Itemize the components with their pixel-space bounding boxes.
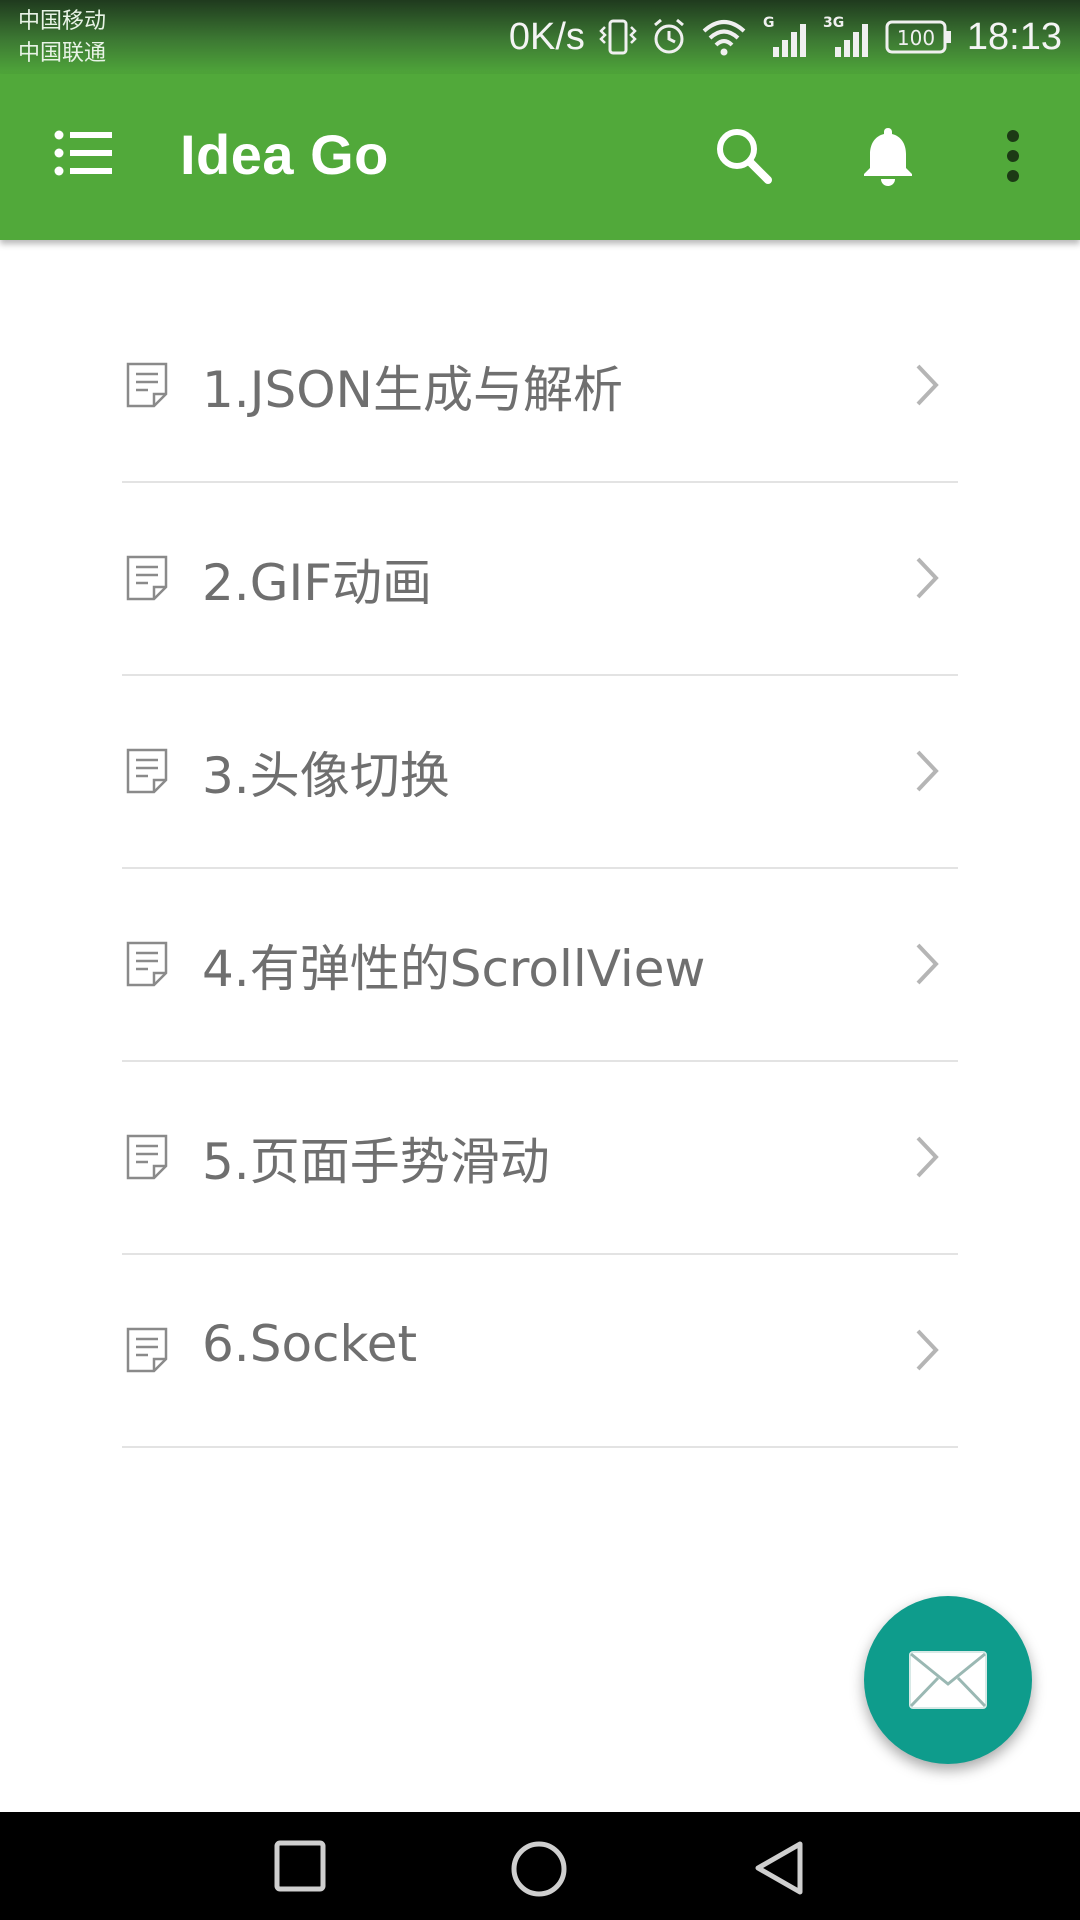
network-type-1: G	[763, 15, 775, 31]
battery-level: 100	[897, 26, 935, 50]
list-item-label: 2.GIF动画	[202, 554, 432, 612]
list-item-label: 3.头像切换	[202, 747, 450, 805]
carrier-2: 中国联通	[18, 41, 107, 66]
list-item[interactable]: 3.头像切换	[122, 676, 958, 869]
net-speed: 0K/s	[508, 15, 585, 58]
compose-mail-fab[interactable]	[864, 1596, 1032, 1764]
app-bar: Idea Go	[0, 74, 1080, 240]
document-icon	[126, 1327, 168, 1373]
status-bar: 中国移动 中国联通 0K/s G 3G 100 18:13	[0, 0, 1080, 74]
signal-icon-1: G	[763, 15, 806, 57]
more-vert-icon[interactable]	[1002, 130, 1024, 182]
chevron-right-icon	[916, 1329, 939, 1371]
system-nav-bar	[0, 1812, 1080, 1920]
list-item-label: 6.Socket	[202, 1315, 418, 1373]
back-icon[interactable]	[752, 1840, 804, 1896]
chevron-right-icon	[916, 750, 939, 792]
list-item-label: 5.页面手势滑动	[202, 1133, 550, 1191]
network-type-2: 3G	[823, 15, 844, 31]
list-item[interactable]: 1.JSON生成与解析	[122, 290, 958, 483]
mail-icon	[909, 1651, 987, 1709]
list-item-label: 1.JSON生成与解析	[202, 361, 623, 419]
chevron-right-icon	[916, 557, 939, 599]
clock: 18:13	[966, 15, 1062, 58]
feature-list: 1.JSON生成与解析 2.GIF动画 3.头像切换 4.有弹性的ScrollV…	[122, 290, 958, 1448]
battery-icon: 100	[885, 20, 951, 54]
document-icon	[126, 362, 168, 408]
list-item-label: 4.有弹性的ScrollView	[202, 940, 706, 998]
chevron-right-icon	[916, 1136, 939, 1178]
list-item[interactable]: 2.GIF动画	[122, 483, 958, 676]
carrier-info: 中国移动 中国联通	[18, 6, 106, 70]
chevron-right-icon	[916, 364, 939, 406]
list-item[interactable]: 4.有弹性的ScrollView	[122, 869, 958, 1062]
app-title: Idea Go	[180, 123, 389, 186]
vibrate-icon	[599, 19, 637, 55]
wifi-icon	[702, 20, 746, 56]
bell-icon[interactable]	[860, 124, 916, 186]
search-icon[interactable]	[714, 126, 772, 184]
list-item[interactable]: 6.Socket	[122, 1255, 958, 1448]
document-icon	[126, 555, 168, 601]
list-item[interactable]: 5.页面手势滑动	[122, 1062, 958, 1255]
signal-icon-2: 3G	[823, 15, 868, 57]
chevron-right-icon	[916, 943, 939, 985]
carrier-1: 中国移动	[18, 9, 107, 34]
recents-icon[interactable]	[274, 1840, 326, 1892]
document-icon	[126, 1134, 168, 1180]
menu-icon[interactable]	[54, 130, 112, 176]
document-icon	[126, 941, 168, 987]
status-indicators: 0K/s G 3G 100 18:13	[509, 14, 1062, 60]
alarm-icon	[653, 18, 684, 54]
home-icon[interactable]	[510, 1840, 568, 1898]
document-icon	[126, 748, 168, 794]
